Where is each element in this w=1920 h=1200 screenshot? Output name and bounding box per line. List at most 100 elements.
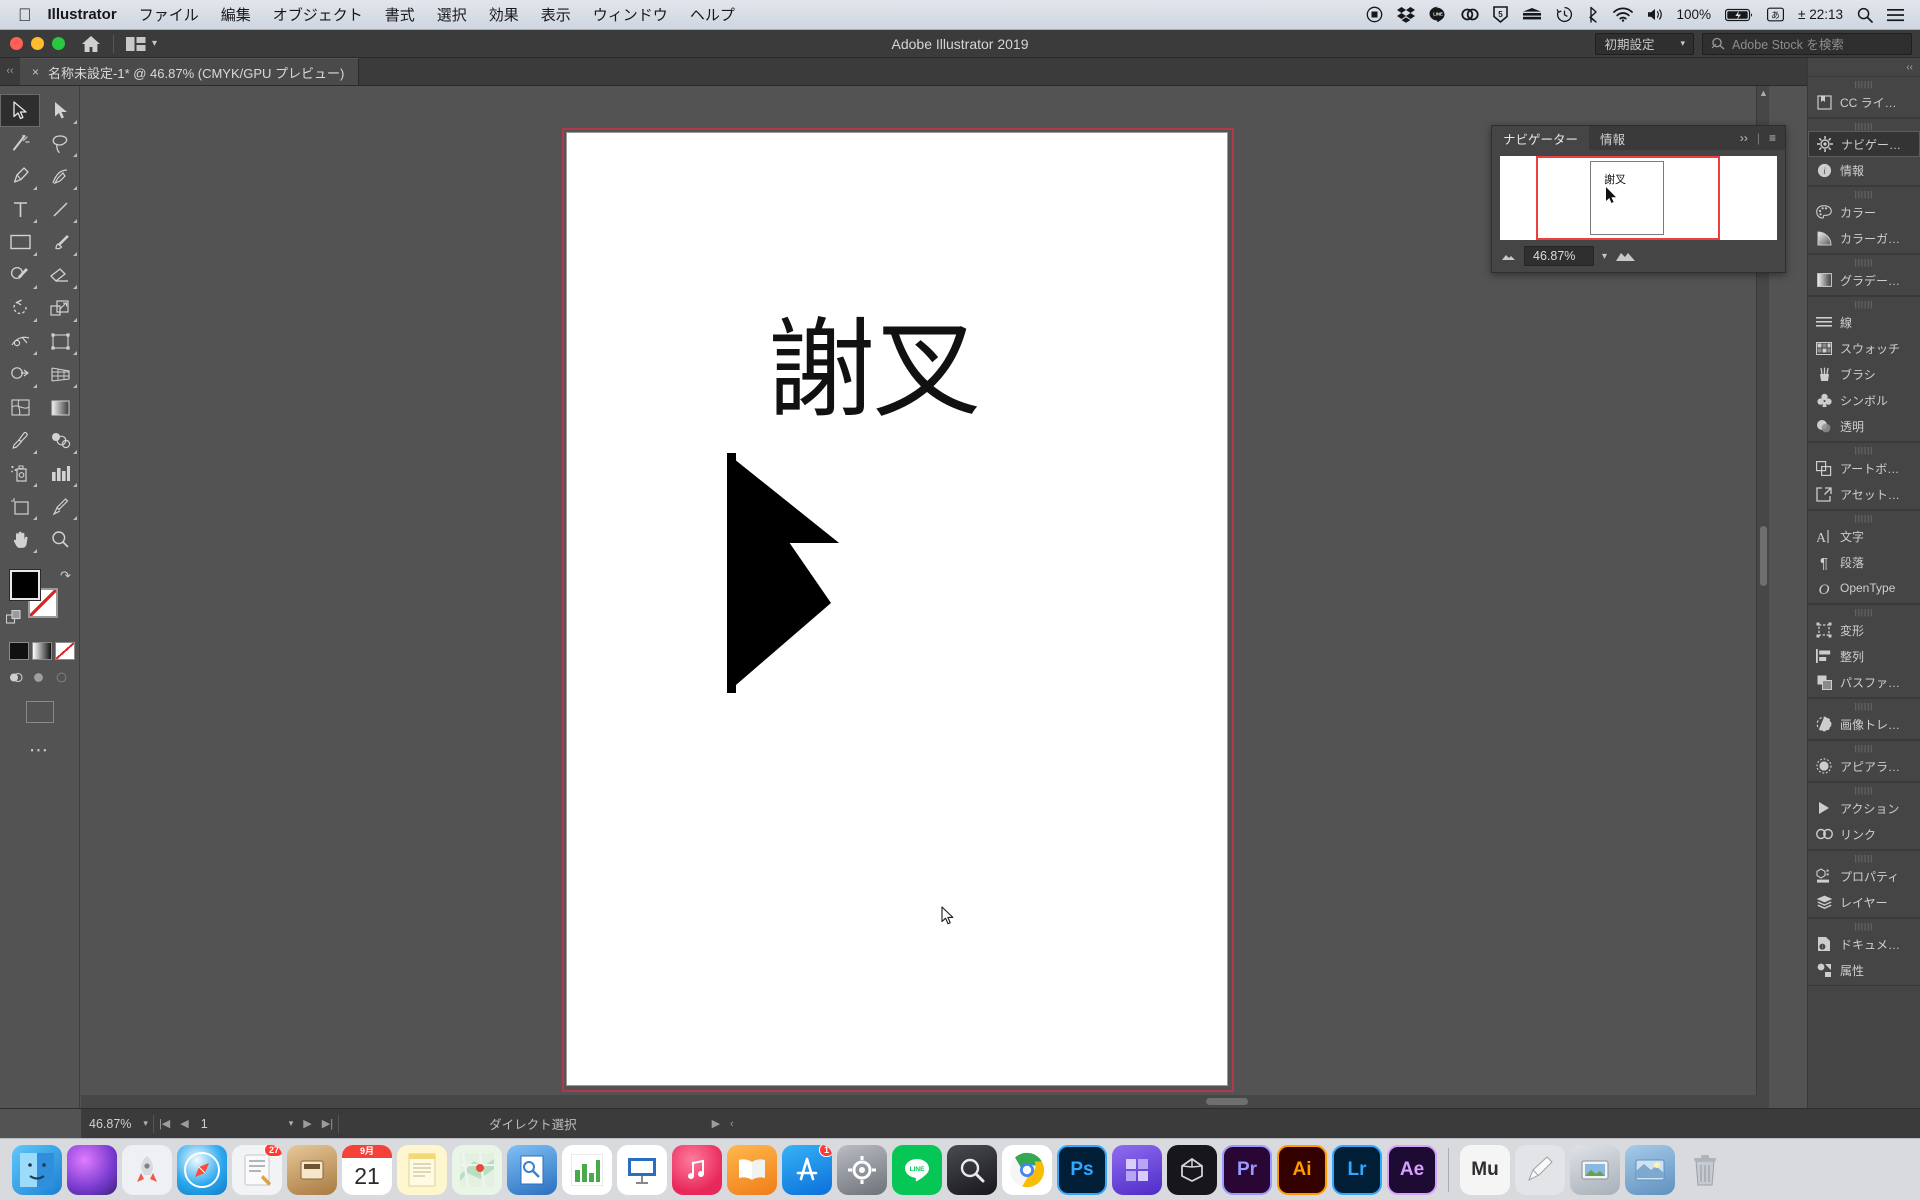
dock-item-character[interactable]: A 文字 — [1808, 523, 1920, 549]
dock-app-mail[interactable]: 27 — [232, 1144, 282, 1195]
menu-item-select[interactable]: 選択 — [437, 4, 467, 25]
draw-behind-icon[interactable] — [29, 668, 48, 687]
server-icon[interactable] — [1522, 5, 1542, 25]
free-transform-tool[interactable] — [40, 325, 80, 358]
dock-app-downloads-stack[interactable] — [1625, 1144, 1675, 1195]
drag-grip[interactable]: |||||| — [1808, 741, 1920, 753]
dock-app-siri[interactable] — [67, 1144, 117, 1195]
selection-tool[interactable] — [0, 94, 40, 127]
navigator-panel[interactable]: ナビゲーター 情報 ›› | ≡ 謝叉 46.87% ▾ — [1491, 125, 1786, 273]
lasso-tool[interactable] — [40, 127, 80, 160]
zoom-in-icon[interactable] — [1615, 250, 1636, 262]
dock-app-cinema4d[interactable] — [1167, 1144, 1217, 1195]
dock-app-finder[interactable] — [12, 1144, 62, 1195]
rotate-tool[interactable] — [0, 292, 40, 325]
dock-item-navigator[interactable]: ナビゲー… — [1808, 131, 1920, 157]
bluetooth-icon[interactable] — [1587, 5, 1599, 25]
dock-app-app-store[interactable]: 1 — [782, 1144, 832, 1195]
dock-app-photoshop[interactable]: Ps — [1057, 1144, 1107, 1195]
dock-item-swatches[interactable]: スウォッチ — [1808, 335, 1920, 361]
close-icon[interactable]: × — [32, 65, 39, 79]
navigator-thumbnail-view[interactable]: 謝叉 — [1500, 156, 1777, 240]
dock-item-info[interactable]: i 情報 — [1808, 157, 1920, 183]
dock-item-gradient[interactable]: グラデー… — [1808, 267, 1920, 293]
dock-app-system-preferences[interactable] — [837, 1144, 887, 1195]
time-machine-icon[interactable] — [1555, 5, 1573, 25]
drag-grip[interactable]: |||||| — [1808, 919, 1920, 931]
symbol-sprayer-tool[interactable] — [0, 457, 40, 490]
dock-item-document-info[interactable]: i ドキュメ… — [1808, 931, 1920, 957]
drag-grip[interactable]: |||||| — [1808, 77, 1920, 89]
menu-item-help[interactable]: ヘルプ — [690, 4, 735, 25]
eraser-tool[interactable] — [40, 259, 80, 292]
drag-grip[interactable]: |||||| — [1808, 783, 1920, 795]
drag-grip[interactable]: |||||| — [1808, 187, 1920, 199]
magic-wand-tool[interactable] — [0, 127, 40, 160]
horizontal-scroll-thumb[interactable] — [1206, 1098, 1248, 1105]
fill-swatch[interactable] — [10, 570, 40, 600]
swap-fill-stroke-icon[interactable]: ↷ — [60, 568, 71, 584]
artboard-tool[interactable] — [0, 490, 40, 523]
dock-app-safari[interactable] — [177, 1144, 227, 1195]
dock-item-layers[interactable]: レイヤー — [1808, 889, 1920, 915]
dock-item-transform[interactable]: 変形 — [1808, 617, 1920, 643]
menu-item-type[interactable]: 書式 — [385, 4, 415, 25]
dock-app-line[interactable]: LINE — [892, 1144, 942, 1195]
menu-item-effect[interactable]: 効果 — [489, 4, 519, 25]
dock-app-sketchbook[interactable] — [1515, 1144, 1565, 1195]
gradient-tool[interactable] — [40, 391, 80, 424]
dock-app-utility[interactable] — [287, 1144, 337, 1195]
dock-item-links[interactable]: リンク — [1808, 821, 1920, 847]
dock-item-attributes[interactable]: 属性 — [1808, 957, 1920, 983]
dock-app-numbers[interactable] — [562, 1144, 612, 1195]
draw-inside-icon[interactable] — [52, 668, 71, 687]
navigator-zoom-value[interactable]: 46.87% — [1524, 246, 1594, 266]
dock-app-calendar[interactable]: 9月 21 — [342, 1144, 392, 1195]
adobe-stock-search[interactable]: Adobe Stock を検索 — [1702, 32, 1912, 55]
control-center-icon[interactable] — [1887, 5, 1904, 25]
drag-grip[interactable]: |||||| — [1808, 297, 1920, 309]
rectangle-tool[interactable] — [0, 226, 40, 259]
artboard[interactable]: 謝叉 — [566, 132, 1228, 1086]
maximize-window-button[interactable] — [52, 37, 65, 50]
dock-app-keynote[interactable] — [617, 1144, 667, 1195]
prev-artboard-icon[interactable]: ◀ — [175, 1117, 193, 1130]
dock-app-compressor[interactable] — [1112, 1144, 1162, 1195]
curvature-tool[interactable] — [40, 160, 80, 193]
scale-tool[interactable] — [40, 292, 80, 325]
last-artboard-icon[interactable]: ▶| — [317, 1117, 338, 1130]
arrange-documents-button[interactable]: ▾ — [126, 36, 157, 52]
dock-item-actions[interactable]: アクション — [1808, 795, 1920, 821]
draw-normal-icon[interactable] — [6, 668, 25, 687]
artwork-text[interactable]: 謝叉 — [767, 283, 981, 439]
input-source-icon[interactable]: あ — [1767, 5, 1785, 25]
drag-grip[interactable]: |||||| — [1808, 699, 1920, 711]
wifi-icon[interactable] — [1612, 5, 1633, 25]
dock-item-stroke[interactable]: 線 — [1808, 309, 1920, 335]
dock-item-asset-export[interactable]: アセット… — [1808, 481, 1920, 507]
statusbar-menu-icon[interactable]: ▶ — [707, 1117, 725, 1130]
screen-record-icon[interactable] — [1366, 5, 1383, 25]
creative-cloud-icon[interactable] — [1460, 5, 1479, 25]
dock-item-color[interactable]: カラー — [1808, 199, 1920, 225]
vertical-scroll-thumb[interactable] — [1760, 526, 1767, 586]
direct-selection-tool[interactable] — [40, 94, 80, 127]
width-tool[interactable] — [0, 325, 40, 358]
drag-grip[interactable]: |||||| — [1808, 511, 1920, 523]
black-arrow-shape[interactable] — [727, 453, 842, 693]
collapse-left-panel-icon[interactable]: ‹‹ — [0, 57, 20, 85]
dock-item-properties[interactable]: プロパティ — [1808, 863, 1920, 889]
menu-app-name[interactable]: Illustrator — [48, 6, 117, 23]
dock-app-illustrator[interactable]: Ai — [1277, 1144, 1327, 1195]
chevron-down-icon[interactable]: ▾ — [1602, 251, 1607, 262]
dock-app-launchpad[interactable] — [122, 1144, 172, 1195]
dock-item-color-guide[interactable]: カラーガ… — [1808, 225, 1920, 251]
dock-app-notes[interactable] — [397, 1144, 447, 1195]
scroll-up-icon[interactable]: ▲ — [1757, 88, 1769, 98]
dock-app-after-effects[interactable]: Ae — [1387, 1144, 1437, 1195]
type-tool[interactable] — [0, 193, 40, 226]
battery-icon[interactable] — [1725, 5, 1753, 25]
more-tools-icon[interactable]: ⋯ — [0, 739, 79, 762]
dock-app-books[interactable] — [727, 1144, 777, 1195]
statusbar-artboard-field[interactable]: 1 — [193, 1108, 284, 1139]
